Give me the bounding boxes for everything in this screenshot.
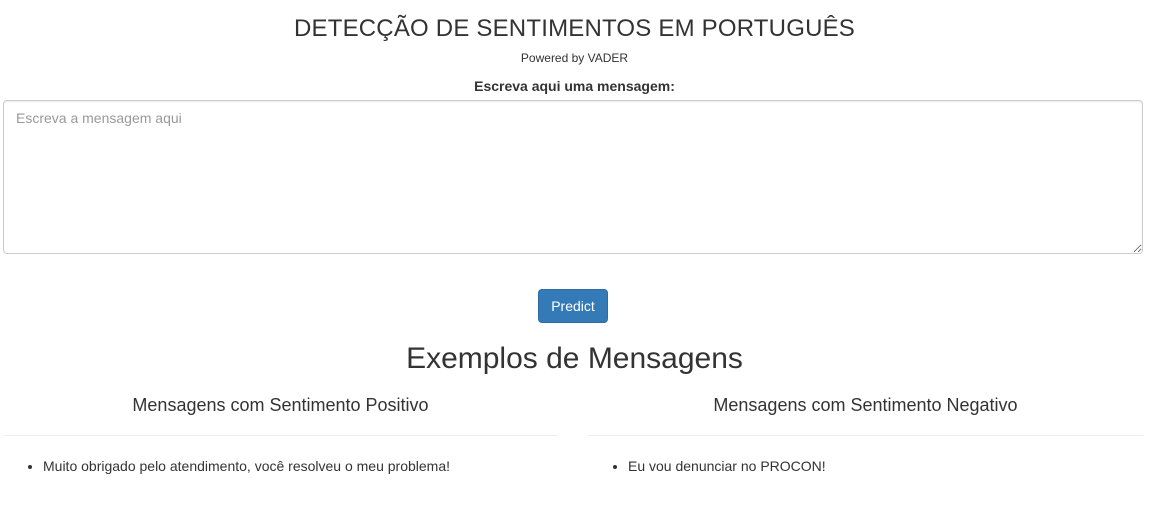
negative-examples-heading: Mensagens com Sentimento Negativo <box>713 395 1018 415</box>
positive-examples-column: Mensagens com Sentimento Positivo Muito … <box>3 392 558 476</box>
negative-examples-list: Eu vou denunciar no PROCON! <box>588 456 1143 476</box>
positive-examples-heading: Mensagens com Sentimento Positivo <box>132 395 429 415</box>
negative-examples-divider <box>588 435 1143 436</box>
examples-title: Exemplos de Mensagens <box>406 342 743 375</box>
message-input[interactable] <box>3 100 1143 254</box>
list-item: Muito obrigado pelo atendimento, você re… <box>43 456 558 476</box>
page: DETECÇÃO DE SENTIMENTOS EM PORTUGUÊS Pow… <box>0 0 1149 513</box>
page-title: DETECÇÃO DE SENTIMENTOS EM PORTUGUÊS <box>293 15 856 42</box>
positive-examples-divider <box>3 435 558 436</box>
list-item: Eu vou denunciar no PROCON! <box>628 456 1143 476</box>
negative-examples-column: Mensagens com Sentimento Negativo Eu vou… <box>588 392 1143 476</box>
predict-button[interactable]: Predict <box>538 289 608 323</box>
positive-examples-list: Muito obrigado pelo atendimento, você re… <box>3 456 558 476</box>
message-input-label: Escreva aqui uma mensagem: <box>474 78 675 94</box>
page-subtitle: Powered by VADER <box>520 51 629 65</box>
